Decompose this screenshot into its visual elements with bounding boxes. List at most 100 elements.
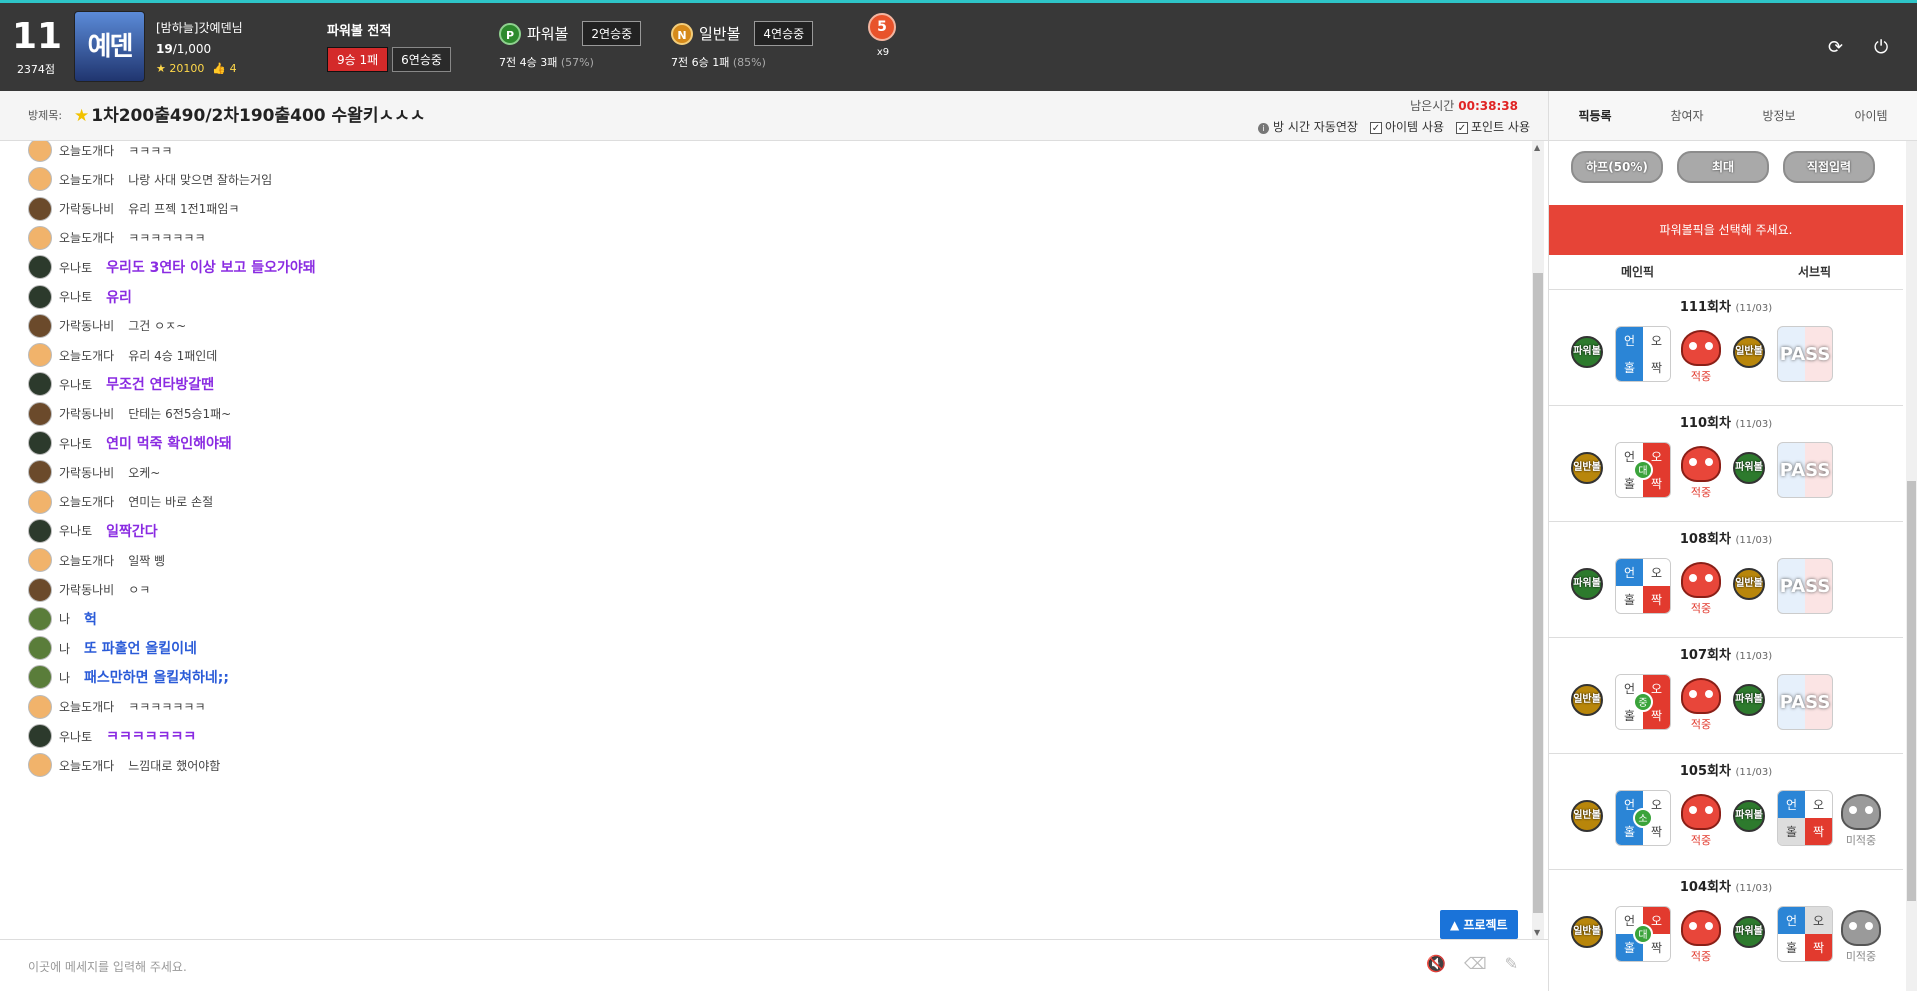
tab-room-info[interactable]: 방정보 [1733,91,1825,140]
powerball-coin-icon: 파워볼 [1733,452,1765,484]
half-bet-button[interactable]: 하프(50%) [1571,151,1663,183]
message-author[interactable]: 우나토 [59,288,92,305]
refresh-icon[interactable]: ⟳ [1828,37,1843,58]
avatar-icon[interactable] [28,255,52,280]
pick-cell: 오 [1643,559,1670,586]
chat-message: 우나토 우리도 3연타 이상 보고 들오가야돼 [28,254,316,280]
rank-total: /1,000 [172,42,212,56]
message-author[interactable]: 오늘도개다 [59,552,114,569]
eraser-icon[interactable]: ⌫ [1464,954,1487,973]
message-author[interactable]: 오늘도개다 [59,493,114,510]
chat-input[interactable]: 이곳에 메세지를 입력해 주세요. [28,958,187,975]
avatar-icon[interactable] [28,141,52,162]
message-author[interactable]: 우나토 [59,522,92,539]
avatar-icon[interactable] [28,606,52,631]
avatar-icon[interactable] [28,460,52,485]
scrollbar-thumb[interactable] [1907,481,1916,901]
message-author[interactable]: 오늘도개다 [59,229,114,246]
result-indicator: 적중 [1679,910,1723,964]
avatar-icon[interactable] [28,489,52,514]
level-number: 11 [12,16,63,57]
avatar-icon[interactable] [28,694,52,719]
medal[interactable]: 5 x9 [868,3,898,58]
message-author[interactable]: 오늘도개다 [59,698,114,715]
user-name: [밤하늘]갓예덴님 [156,21,243,35]
avatar-icon[interactable] [28,313,52,338]
avatar-icon[interactable] [28,518,52,543]
tab-pick-register[interactable]: 픽등록 [1549,91,1641,140]
chat-message: 오늘도개다 ㅋㅋㅋㅋㅋㅋㅋ [28,694,205,720]
chat-message: 오늘도개다 ㅋㅋㅋㅋㅋㅋㅋ [28,225,205,251]
avatar-icon[interactable] [28,548,52,573]
avatar-icon[interactable] [28,284,52,309]
round-number: 104회차 [1679,880,1731,895]
power-icon[interactable]: ⏻ [1874,37,1888,58]
avatar-icon[interactable] [28,167,52,192]
message-author[interactable]: 가락동나비 [59,581,114,598]
normalball-coin-icon: 일반볼 [1733,336,1765,368]
message-author[interactable]: 나 [59,640,70,657]
message-author[interactable]: 우나토 [59,259,92,276]
message-text: 무조건 연타방갈땐 [106,377,215,394]
miss-character-icon [1841,910,1881,946]
chat-log: 오늘도개다 ㅋㅋㅋㅋ 오늘도개다 나랑 사대 맞으면 잘하는거임 가락동나비 유리 프젝 … [0,141,1530,939]
hit-character-icon [1681,678,1721,714]
round-number: 111회차 [1679,300,1731,315]
chat-scrollbar[interactable]: ▲ ▼ [1532,141,1544,939]
message-author[interactable]: 가락동나비 [59,200,114,217]
avatar-icon[interactable] [28,724,52,748]
round-history: 111회차 (11/03) 파워볼 언 오 홀 짝 적중 일반볼 PASS 110회차 (11/0… [1549,289,1903,985]
message-author[interactable]: 오늘도개다 [59,171,114,188]
avatar-icon[interactable] [28,343,52,368]
message-author[interactable]: 우나토 [59,728,92,745]
message-author[interactable]: 나 [59,669,70,686]
round-entry: 108회차 (11/03) 파워볼 언 오 홀 짝 적중 일반볼 PASS [1549,521,1903,637]
message-author[interactable]: 나 [59,610,70,627]
checkbox-icon[interactable]: ✓ [1369,121,1382,134]
round-header: 111회차 (11/03) [1549,296,1903,315]
tab-items[interactable]: 아이템 [1825,91,1917,140]
avatar-icon[interactable] [28,753,52,778]
panel-scrollbar[interactable] [1906,141,1917,991]
custom-bet-button[interactable]: 직접입력 [1783,151,1875,183]
user-avatar[interactable]: 예덴 [74,11,145,82]
pick-alert: 파워볼픽을 선택해 주세요. [1549,205,1903,255]
chat-message: 나 또 파홀언 올킬이네 [28,635,197,661]
chat-message: 오늘도개다 일짝 삥 [28,547,165,573]
message-author[interactable]: 우나토 [59,376,92,393]
checkbox-icon[interactable]: ✓ [1455,121,1468,134]
max-bet-button[interactable]: 최대 [1677,151,1769,183]
user-header: 11 2374점 예덴 [밤하늘]갓예덴님 19/1,000 ★ 20100 👍 … [0,3,1917,91]
message-text: 오케~ [128,465,161,480]
message-author[interactable]: 오늘도개다 [59,142,114,159]
result-indicator: 적중 [1679,446,1723,500]
avatar-icon[interactable] [28,401,52,426]
mute-icon[interactable]: 🔇 [1426,954,1446,973]
magic-wand-icon[interactable]: ✎ [1505,954,1518,973]
scroll-up-icon[interactable]: ▲ [1534,143,1540,152]
message-author[interactable]: 우나토 [59,435,92,452]
avatar-icon[interactable] [28,196,52,221]
avatar-icon[interactable] [28,431,52,455]
avatar-icon[interactable] [28,225,52,250]
normalball-streak: 4연승중 [754,21,814,46]
message-author[interactable]: 가락동나비 [59,464,114,481]
item-use-option[interactable]: ✓ 아이템 사용 [1369,118,1444,135]
message-author[interactable]: 오늘도개다 [59,347,114,364]
normalball-pct: (85%) [732,56,766,69]
message-author[interactable]: 가락동나비 [59,405,114,422]
avatar-icon[interactable] [28,372,52,397]
auto-extend-option[interactable]: i방 시간 자동연장 [1258,118,1358,135]
scroll-down-icon[interactable]: ▼ [1534,928,1540,937]
point-use-option[interactable]: ✓ 포인트 사용 [1455,118,1530,135]
avatar-icon[interactable] [28,577,52,602]
normalball-coin-icon: 일반볼 [1571,800,1603,832]
message-author[interactable]: 오늘도개다 [59,757,114,774]
avatar-icon[interactable] [28,665,52,690]
message-text: 유리 [106,289,132,306]
tab-participants[interactable]: 참여자 [1641,91,1733,140]
avatar-icon[interactable] [28,636,52,661]
protect-button[interactable]: ▲ 프로젝트 [1440,910,1518,939]
message-author[interactable]: 가락동나비 [59,317,114,334]
scrollbar-thumb[interactable] [1533,273,1543,913]
